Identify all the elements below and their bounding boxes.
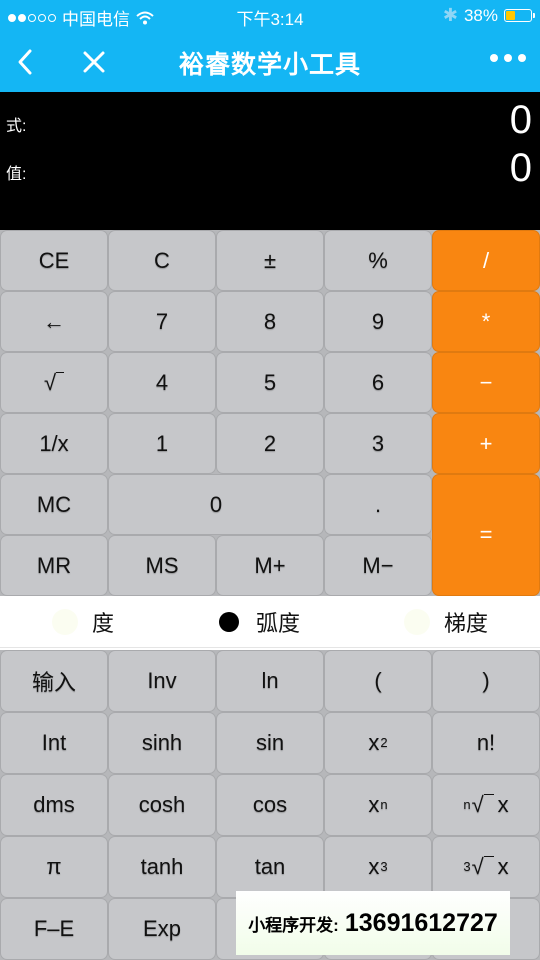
status-bar: 中国电信 下午3:14 ✱ 38%	[0, 0, 540, 32]
developer-contact-banner: 小程序开发: 13691612727	[236, 891, 510, 955]
key-power-n[interactable]: xn	[324, 774, 432, 836]
key-input[interactable]: 输入	[0, 650, 108, 712]
key-pi[interactable]: π	[0, 836, 108, 898]
key-9[interactable]: 9	[324, 291, 432, 352]
more-dots-icon[interactable]	[490, 54, 526, 62]
radio-degree[interactable]: 度	[52, 606, 114, 638]
key-memory-store[interactable]: MS	[108, 535, 216, 596]
key-plus-minus[interactable]: ±	[216, 230, 324, 291]
key-1[interactable]: 1	[108, 413, 216, 474]
expression-value: 0	[509, 98, 532, 142]
expression-label: 式:	[6, 118, 27, 135]
radicand-label: x	[497, 854, 509, 879]
key-percent[interactable]: %	[324, 230, 432, 291]
key-add[interactable]: +	[432, 413, 540, 474]
key-close-paren[interactable]: )	[432, 650, 540, 712]
key-7[interactable]: 7	[108, 291, 216, 352]
radio-gradian-label: 梯度	[444, 611, 489, 636]
key-nth-root[interactable]: n √ x	[432, 774, 540, 836]
radical-bar	[483, 794, 494, 816]
key-multiply[interactable]: *	[432, 291, 540, 352]
radio-degree-label: 度	[92, 611, 115, 636]
key-backspace[interactable]: ←	[0, 291, 108, 352]
key-divide[interactable]: /	[432, 230, 540, 291]
key-subtract[interactable]: −	[432, 352, 540, 413]
key-cube-root[interactable]: 3 √ x	[432, 836, 540, 898]
calculator-display: 式: 0 值: 0	[0, 92, 540, 230]
key-inv[interactable]: Inv	[108, 650, 216, 712]
key-8[interactable]: 8	[216, 291, 324, 352]
base-label: x	[368, 730, 380, 755]
angle-mode-group: 度 弧度 梯度	[0, 596, 540, 648]
radio-gradian[interactable]: 梯度	[404, 606, 488, 638]
key-reciprocal[interactable]: 1/x	[0, 413, 108, 474]
key-4[interactable]: 4	[108, 352, 216, 413]
nav-bar: 裕睿数学小工具	[0, 32, 540, 92]
banner-phone: 13691612727	[344, 908, 498, 937]
key-fixed-exponent[interactable]: F–E	[0, 898, 108, 960]
key-memory-add[interactable]: M+	[216, 535, 324, 596]
key-open-paren[interactable]: (	[324, 650, 432, 712]
key-memory-clear[interactable]: MC	[0, 474, 108, 535]
key-decimal[interactable]: .	[324, 474, 432, 535]
radio-radian[interactable]: 弧度	[216, 606, 300, 638]
key-square[interactable]: x2	[324, 712, 432, 774]
radio-radian-label: 弧度	[256, 611, 301, 636]
key-int[interactable]: Int	[0, 712, 108, 774]
radical-icon: √	[471, 854, 484, 879]
key-cos[interactable]: cos	[216, 774, 324, 836]
battery-icon	[504, 9, 535, 22]
result-value: 0	[509, 146, 532, 190]
key-memory-recall[interactable]: MR	[0, 535, 108, 596]
key-factorial[interactable]: n!	[432, 712, 540, 774]
basic-keypad: CE C ± % / ← 7 8 9 * √ 4 5 6 − 1/x 1 2 3…	[0, 230, 540, 596]
battery-percent: 38%	[463, 5, 498, 25]
key-sin[interactable]: sin	[216, 712, 324, 774]
key-cosh[interactable]: cosh	[108, 774, 216, 836]
radio-circle-icon[interactable]	[404, 609, 430, 635]
radicand-label: x	[497, 792, 509, 817]
radio-selected-icon[interactable]	[219, 612, 239, 632]
key-tanh[interactable]: tanh	[108, 836, 216, 898]
key-6[interactable]: 6	[324, 352, 432, 413]
bluetooth-icon: ✱	[442, 5, 458, 25]
key-cube[interactable]: x3	[324, 836, 432, 898]
radio-circle-icon[interactable]	[52, 609, 78, 635]
key-0[interactable]: 0	[108, 474, 324, 535]
key-ln[interactable]: ln	[216, 650, 324, 712]
key-exp[interactable]: Exp	[108, 898, 216, 960]
banner-label: 小程序开发:	[248, 915, 339, 935]
radical-icon: √	[471, 792, 484, 817]
key-3[interactable]: 3	[324, 413, 432, 474]
key-sqrt[interactable]: √	[0, 352, 108, 413]
base-label: x	[368, 854, 380, 879]
key-clear[interactable]: C	[108, 230, 216, 291]
page-title: 裕睿数学小工具	[178, 51, 361, 79]
sqrt-label: √	[43, 369, 57, 395]
key-sinh[interactable]: sinh	[108, 712, 216, 774]
radical-bar	[483, 856, 494, 878]
radical-bar	[56, 371, 65, 394]
key-dms[interactable]: dms	[0, 774, 108, 836]
key-memory-subtract[interactable]: M−	[324, 535, 432, 596]
key-2[interactable]: 2	[216, 413, 324, 474]
key-5[interactable]: 5	[216, 352, 324, 413]
base-label: x	[368, 792, 380, 817]
value-label: 值:	[6, 166, 27, 183]
key-tan[interactable]: tan	[216, 836, 324, 898]
key-equals[interactable]: =	[432, 474, 540, 596]
key-clear-entry[interactable]: CE	[0, 230, 108, 291]
